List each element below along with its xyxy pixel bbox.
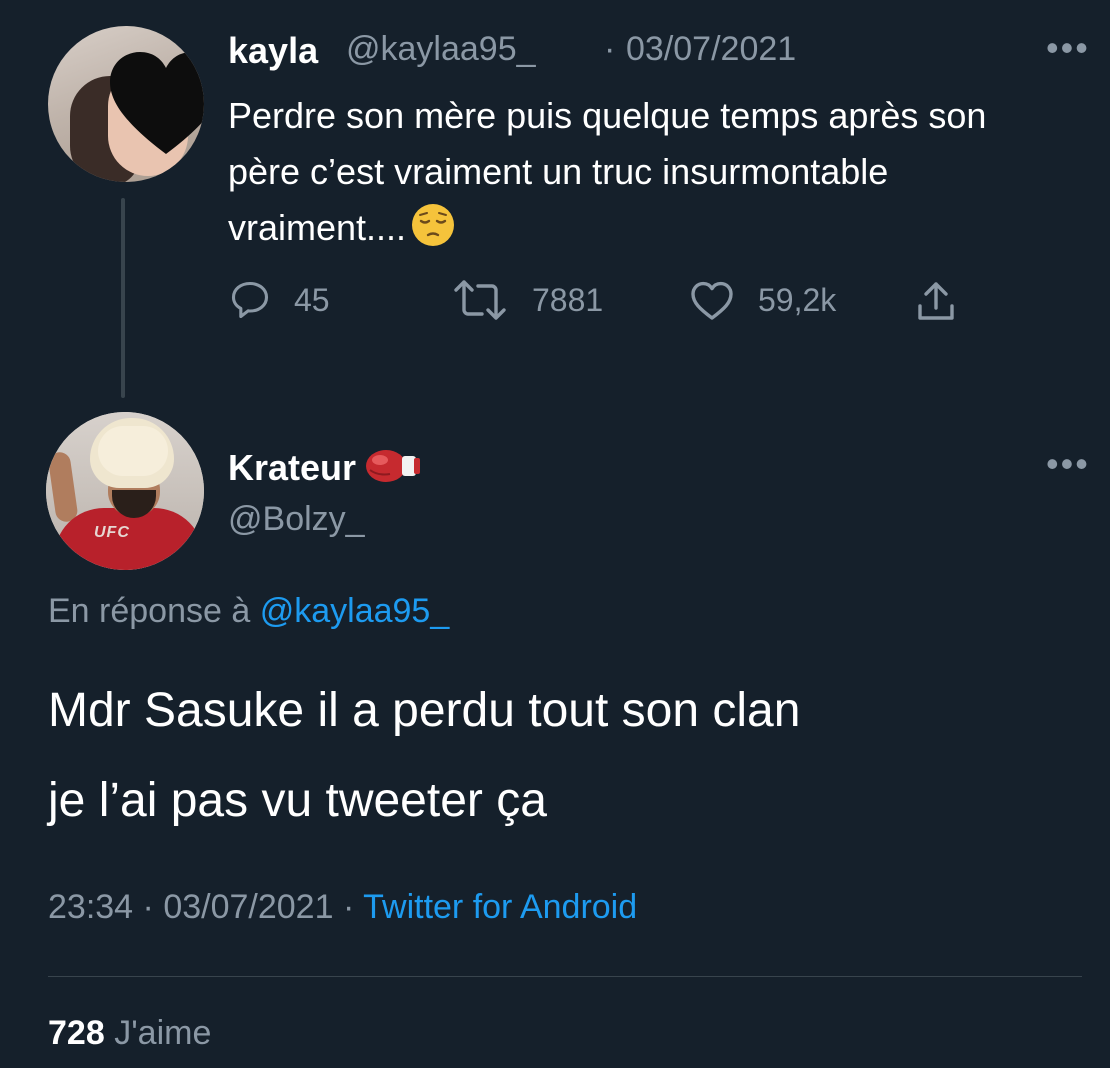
retweet-icon (454, 280, 506, 320)
reply-context: En réponse à @kaylaa95_ (48, 592, 449, 631)
boxing-glove-icon (366, 450, 421, 482)
parent-date[interactable]: 03/07/2021 (626, 30, 796, 69)
pensive-face-emoji-icon (412, 204, 455, 246)
like-count: 59,2k (758, 281, 837, 318)
thread-connector-line (121, 198, 125, 398)
reply-display-name[interactable]: Krateur (228, 446, 422, 489)
retweet-action[interactable]: 7881 (450, 278, 603, 322)
parent-handle[interactable]: @kaylaa95_ (346, 30, 536, 69)
reply-likes-summary[interactable]: 728 J'aime (48, 1014, 211, 1053)
avatar-krateur[interactable]: UFC (46, 412, 204, 570)
parent-tweet-text: Perdre son mère puis quelque temps après… (228, 88, 1048, 256)
reply-like-count: 728 (48, 1014, 105, 1052)
reply-handle[interactable]: @Bolzy_ (228, 500, 365, 539)
reply-tweet-text-line-2: je l’ai pas vu tweeter ça (48, 774, 547, 827)
retweet-count: 7881 (532, 281, 604, 318)
reply-action[interactable]: 45 (228, 278, 330, 322)
reply-like-label: J'aime (114, 1014, 212, 1052)
reply-context-handle-link[interactable]: @kaylaa95_ (260, 592, 450, 630)
tweet-thread: kayla @kaylaa95_ · 03/07/2021 ••• Perdre… (0, 0, 1110, 1068)
black-heart-icon (110, 52, 204, 154)
more-horizontal-icon[interactable]: ••• (1046, 446, 1090, 482)
reply-tweet-meta: 23:34 · 03/07/2021 · Twitter for Android (48, 888, 637, 927)
reply-meta-separator-1: · (142, 888, 154, 926)
parent-tweet-text-content: Perdre son mère puis quelque temps après… (228, 95, 987, 248)
parent-display-name[interactable]: kayla (228, 30, 318, 72)
reply-icon (231, 281, 269, 319)
heart-outline-icon (691, 281, 733, 320)
avatar-shirt-logo: UFC (94, 524, 130, 541)
parent-action-bar: 45 7881 59,2k (228, 278, 988, 334)
reply-time[interactable]: 23:34 (48, 888, 133, 926)
share-icon (918, 282, 954, 320)
reply-date[interactable]: 03/07/2021 (163, 888, 333, 926)
reply-tweet-text: Mdr Sasuke il a perdu tout son clan je l… (48, 666, 1078, 846)
parent-date-separator: · (604, 30, 616, 68)
more-horizontal-icon[interactable]: ••• (1046, 30, 1090, 66)
reply-count: 45 (294, 281, 330, 318)
reply-source-link[interactable]: Twitter for Android (363, 888, 637, 926)
divider (48, 976, 1082, 977)
share-action[interactable] (912, 278, 982, 326)
reply-tweet-text-line-1: Mdr Sasuke il a perdu tout son clan (48, 684, 801, 737)
reply-context-prefix: En réponse à (48, 592, 251, 630)
reply-display-name-text: Krateur (228, 447, 357, 488)
avatar-hat-top (98, 426, 168, 476)
reply-meta-separator-2: · (342, 888, 355, 926)
avatar-kayla[interactable] (48, 26, 204, 182)
like-action[interactable]: 59,2k (688, 278, 836, 322)
